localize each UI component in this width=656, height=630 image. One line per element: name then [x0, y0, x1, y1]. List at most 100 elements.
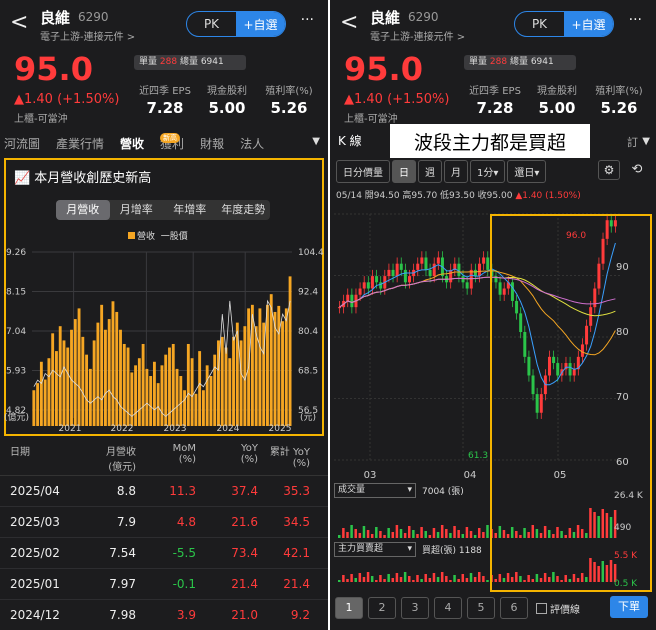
volume-bar — [420, 527, 423, 538]
back-icon[interactable]: < — [340, 10, 358, 35]
add-watchlist-button[interactable]: +自選 — [236, 12, 285, 36]
rotate-icon[interactable]: ⟲ — [626, 160, 648, 180]
stock-code: 6290 — [78, 10, 109, 24]
tab-more-icon[interactable]: ▼ — [312, 136, 320, 147]
tab-institutional[interactable]: 法人 — [232, 132, 272, 156]
main-force-bar — [445, 576, 448, 582]
main-force-bar — [473, 577, 477, 582]
candle-body — [350, 294, 354, 308]
candle-body — [420, 257, 424, 264]
page-4[interactable]: 4 — [434, 597, 462, 619]
tab-day[interactable]: 日 — [392, 160, 416, 183]
more-icon[interactable]: ··· — [301, 12, 314, 28]
volume-bar — [350, 525, 353, 538]
subtab-mom[interactable]: 月增率 — [110, 200, 164, 220]
price-change: ▲1.40 (+1.50%) — [14, 92, 120, 107]
industry-link[interactable]: 電子上游-連接元件 > — [370, 28, 465, 43]
add-watchlist-button[interactable]: +自選 — [564, 12, 613, 36]
page-1[interactable]: 1 — [335, 597, 363, 619]
tab-financials[interactable]: 財報 — [192, 132, 232, 156]
volume-select[interactable]: 成交量 ▾ — [334, 483, 416, 498]
tab-more-icon[interactable]: ▼ — [642, 136, 650, 147]
tab-river[interactable]: 河流圖 — [0, 132, 48, 156]
main-force-bar — [469, 573, 473, 582]
main-force-bar — [457, 579, 460, 582]
main-force-bar — [465, 578, 469, 582]
revenue-bar — [145, 368, 149, 426]
subtab-yoy[interactable]: 年增率 — [163, 200, 217, 220]
revenue-bar — [100, 304, 104, 426]
cell-rev: 7.98 — [109, 608, 136, 622]
order-button[interactable]: 下單 — [610, 596, 648, 618]
vol-label: 單量 — [469, 57, 488, 67]
tab-month[interactable]: 月 — [444, 160, 468, 183]
total-volume: 總量 6941 — [179, 57, 224, 67]
page-3[interactable]: 3 — [401, 597, 429, 619]
eval-line-checkbox[interactable]: 評價線 — [536, 601, 580, 616]
revenue-bar — [119, 329, 122, 426]
tab-industry[interactable]: 產業行情 — [48, 132, 112, 156]
candle-body — [465, 282, 469, 289]
candle-body — [370, 276, 374, 289]
revenue-bar — [96, 322, 100, 426]
revenue-bar — [92, 340, 96, 426]
revenue-bar — [51, 333, 55, 426]
volume-bar — [424, 531, 427, 538]
revenue-bar — [103, 329, 107, 426]
revenue-bar — [183, 390, 186, 426]
revenue-bar — [190, 358, 194, 426]
volume-select-label: 成交量 — [338, 485, 366, 495]
main-select-label: 主力買賣超 — [338, 544, 384, 554]
main-force-bar — [387, 574, 390, 582]
tab-adjust[interactable]: 還日▾ — [507, 160, 547, 183]
metric-value: 7.28 — [146, 99, 184, 117]
tab-revenue[interactable]: 營收 — [112, 132, 152, 156]
x-tick: 03 — [364, 470, 377, 481]
pk-button[interactable]: PK — [515, 12, 564, 36]
industry-link[interactable]: 電子上游-連接元件 > — [40, 28, 135, 43]
th-cum: 累計 YoY (%) — [269, 447, 310, 469]
back-icon[interactable]: < — [10, 10, 28, 35]
volume-bar — [412, 530, 415, 538]
revenue-bar — [137, 358, 141, 426]
stock-name: 良維 — [40, 9, 71, 27]
x-tick: 2025 — [269, 424, 292, 434]
cell-date: 2025/02 — [10, 546, 60, 560]
main-force-bar — [342, 575, 345, 582]
pk-button[interactable]: PK — [187, 12, 236, 36]
subtab-monthly[interactable]: 月營收 — [56, 200, 110, 220]
main-force-bar — [403, 572, 407, 582]
metric-value: 7.28 — [476, 99, 514, 117]
gear-icon[interactable]: ⚙ — [598, 160, 620, 180]
revenue-title-text: 本月營收創歷史新高 — [34, 171, 152, 186]
page-6[interactable]: 6 — [500, 597, 528, 619]
revenue-bar — [32, 390, 36, 426]
vol-label: 單量 — [139, 57, 158, 67]
tab-trailing[interactable]: 訂 — [627, 134, 638, 150]
main-force-select[interactable]: 主力買賣超 ▾ — [334, 542, 416, 557]
tab-minute[interactable]: 1分▾ — [470, 160, 506, 183]
cell-mom: 4.8 — [176, 515, 196, 529]
table-row: 2025/04 8.8 11.3 37.4 35.3 — [0, 476, 328, 507]
main-force-bar — [486, 580, 489, 582]
revenue-bar — [277, 305, 281, 426]
page-2[interactable]: 2 — [368, 597, 396, 619]
main-force-bar — [350, 574, 353, 582]
main-force-bar — [358, 573, 362, 582]
revenue-bar — [198, 351, 202, 426]
candle-body — [362, 282, 366, 289]
more-icon[interactable]: ··· — [629, 12, 642, 28]
cell-rev: 8.8 — [116, 484, 136, 498]
revenue-chart: 9.268.157.045.934.82104.492.480.468.556.… — [4, 248, 324, 434]
page-5[interactable]: 5 — [467, 597, 495, 619]
main-force-bar — [391, 578, 395, 582]
y-tick-right: 68.5 — [298, 367, 318, 377]
candle-body — [338, 307, 341, 309]
chart-trend-icon: 📈 — [14, 171, 31, 186]
volume-bar — [461, 534, 465, 538]
tab-intraday-volume[interactable]: 日分價量 — [336, 160, 390, 183]
tab-week[interactable]: 週 — [418, 160, 442, 183]
cell-date: 2025/03 — [10, 515, 60, 529]
subtab-annual[interactable]: 年度走勢 — [217, 200, 271, 220]
tab-kline[interactable]: K 線 — [338, 132, 362, 149]
